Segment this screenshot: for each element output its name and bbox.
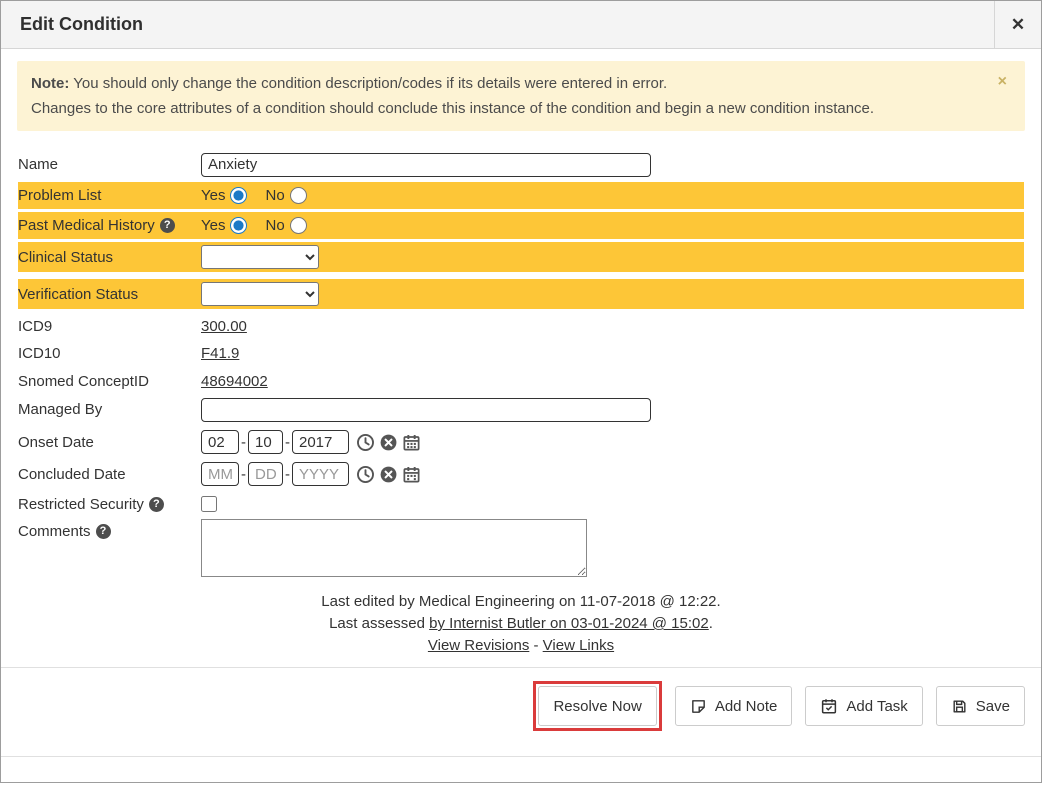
date-separator: - [241,434,246,451]
onset-month-input[interactable] [201,430,239,454]
view-revisions-link[interactable]: View Revisions [428,637,529,654]
name-input[interactable] [201,153,651,177]
problem-list-no-label: No [265,187,284,204]
add-note-button[interactable]: Add Note [675,686,793,726]
row-verification-status: Verification Status [18,279,1024,309]
problem-list-label: Problem List [18,187,201,204]
calendar-icon[interactable] [402,433,421,452]
note-text: Note: You should only change the conditi… [31,71,994,121]
snomed-label: Snomed ConceptID [18,373,201,390]
last-assessed-text: Last assessed by Internist Butler on 03-… [1,613,1041,635]
concluded-date-label: Concluded Date [18,466,201,483]
help-icon[interactable]: ? [96,524,111,539]
help-icon[interactable]: ? [160,218,175,233]
comments-label: Comments ? [18,519,201,540]
pmh-no-label: No [265,217,284,234]
clock-icon[interactable] [356,433,375,452]
icd10-code-link[interactable]: F41.9 [201,345,239,362]
pmh-no-radio[interactable] [290,217,307,234]
row-icd10: ICD10 F41.9 [18,341,1024,366]
row-snomed: Snomed ConceptID 48694002 [18,368,1024,394]
restricted-security-checkbox[interactable] [201,496,217,512]
row-clinical-status: Clinical Status [18,242,1024,272]
view-links-row: View Revisions - View Links [1,635,1041,657]
edit-condition-modal: Edit Condition ✕ Note: You should only c… [0,0,1042,783]
modal-header: Edit Condition ✕ [1,1,1041,49]
row-restricted-security: Restricted Security ? [18,491,1024,517]
pmh-yes-label: Yes [201,217,225,234]
clear-date-icon[interactable] [379,465,398,484]
last-edited-text: Last edited by Medical Engineering on 11… [1,591,1041,613]
note-label: Note: [31,75,69,92]
clear-date-icon[interactable] [379,433,398,452]
verification-status-label: Verification Status [18,286,201,303]
task-calendar-icon [820,697,838,715]
calendar-icon[interactable] [402,465,421,484]
row-concluded-date: Concluded Date - - [18,459,1024,489]
note-line-2: Changes to the core attributes of a cond… [31,96,994,121]
links-separator: - [534,637,539,654]
icd10-label: ICD10 [18,345,201,362]
managed-by-label: Managed By [18,401,201,418]
verification-status-select[interactable] [201,282,319,306]
name-label: Name [18,156,201,173]
snomed-code-link[interactable]: 48694002 [201,373,268,390]
problem-list-yes-radio[interactable] [230,187,247,204]
row-comments: Comments ? [18,519,1024,577]
edit-condition-form: Name Problem List Yes No Past Medical Hi… [1,143,1041,579]
row-onset-date: Onset Date - - [18,427,1024,457]
last-assessed-link[interactable]: by Internist Butler on 03-01-2024 @ 15:0… [429,615,709,632]
close-icon[interactable]: ✕ [994,1,1041,48]
note-banner: Note: You should only change the conditi… [17,61,1025,131]
modal-title: Edit Condition [1,1,994,48]
onset-year-input[interactable] [292,430,349,454]
restricted-security-label: Restricted Security ? [18,496,201,513]
row-name: Name [18,151,1024,178]
managed-by-input[interactable] [201,398,651,422]
note-line-1: Note: You should only change the conditi… [31,71,994,96]
clock-icon[interactable] [356,465,375,484]
icd9-code-link[interactable]: 300.00 [201,318,247,335]
help-icon[interactable]: ? [149,497,164,512]
onset-date-label: Onset Date [18,434,201,451]
date-separator: - [285,434,290,451]
comments-textarea[interactable] [201,519,587,577]
add-task-button[interactable]: Add Task [805,686,922,726]
note-dismiss-icon[interactable]: × [994,71,1011,93]
modal-footer: Resolve Now Add Note Add Task Save [1,667,1041,756]
note-page-icon [690,698,707,715]
row-managed-by: Managed By [18,396,1024,423]
save-disk-icon [951,698,968,715]
save-button[interactable]: Save [936,686,1025,726]
modal-bottom-strip [1,756,1041,804]
problem-list-no-radio[interactable] [290,187,307,204]
resolve-now-annotation: Resolve Now [533,681,661,731]
resolve-now-button[interactable]: Resolve Now [538,686,656,726]
row-past-medical-history: Past Medical History ? Yes No [18,212,1024,239]
date-separator: - [285,466,290,483]
view-links-link[interactable]: View Links [543,637,614,654]
concluded-day-input[interactable] [248,462,283,486]
row-icd9: ICD9 300.00 [18,314,1024,339]
icd9-label: ICD9 [18,318,201,335]
concluded-year-input[interactable] [292,462,349,486]
past-medical-history-label: Past Medical History ? [18,217,201,234]
pmh-yes-radio[interactable] [230,217,247,234]
clinical-status-label: Clinical Status [18,249,201,266]
row-problem-list: Problem List Yes No [18,182,1024,209]
onset-day-input[interactable] [248,430,283,454]
problem-list-yes-label: Yes [201,187,225,204]
audit-info: Last edited by Medical Engineering on 11… [1,591,1041,657]
concluded-month-input[interactable] [201,462,239,486]
clinical-status-select[interactable] [201,245,319,269]
date-separator: - [241,466,246,483]
